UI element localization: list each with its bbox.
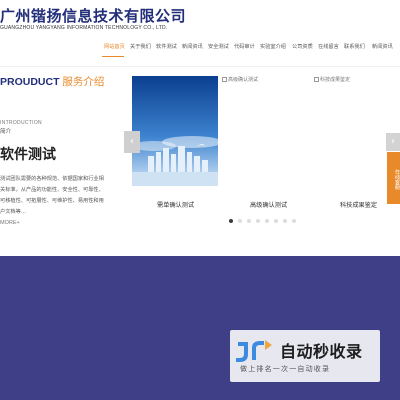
carousel-prev-button[interactable]: ‹ (124, 131, 140, 153)
company-name[interactable]: 广州锴扬信息技术有限公司 (0, 5, 186, 26)
card-image-alt-1: 高级确认测试 (228, 77, 259, 83)
carousel-dot-6[interactable] (274, 219, 278, 223)
watermark-subtitle: 做上排名一次一自动收录 (240, 366, 331, 373)
chevron-left-icon: ‹ (130, 136, 134, 147)
city-skyline-image (132, 76, 218, 186)
services-heading-en: PROUDUCT (0, 76, 60, 88)
service-description: 测试团队需要的各种规范、依据国家和行业相关标准，从产品的功能性、安全性、可靠性、… (0, 176, 104, 215)
nav-item-lab[interactable]: 实验室介绍 (260, 42, 286, 52)
chevron-right-icon: › (391, 136, 395, 147)
nav-item-software-testing[interactable]: 软件测试 (156, 42, 177, 52)
nav-item-qualifications[interactable]: 公司资质 (292, 42, 313, 52)
nav-item-contact[interactable]: 联系我们 (344, 42, 365, 52)
watermark-logo-icon (236, 340, 272, 362)
carousel-dot-4[interactable] (256, 219, 260, 223)
services-heading-cn: 服务介绍 (62, 76, 105, 88)
intro-label-cn: 简介 (0, 129, 12, 135)
site-header: 广州锴扬信息技术有限公司 GUANGZHOU YANGYANG INFORMAT… (0, 0, 400, 66)
nav-item-home[interactable]: 网站首页 (104, 42, 125, 52)
card-image-city-skyline[interactable] (132, 76, 218, 186)
nav-item-news[interactable]: 新闻资讯 (182, 42, 203, 52)
card-image-broken-2[interactable]: 科技成果鉴定 (314, 76, 350, 83)
card-label-3[interactable]: 科技成果鉴定 (340, 200, 377, 209)
carousel-dot-2[interactable] (238, 219, 242, 223)
nav-item-about[interactable]: 关于我们 (130, 42, 151, 52)
card-label-2[interactable]: 高级确认测试 (250, 200, 287, 209)
carousel-dot-7[interactable] (283, 219, 287, 223)
carousel-dot-5[interactable] (265, 219, 269, 223)
card-image-broken-1[interactable]: 高级确认测试 (222, 76, 258, 83)
card-label-1[interactable]: 需单确认测试 (157, 200, 194, 209)
carousel-dot-1[interactable] (229, 219, 233, 223)
main-nav: 网站首页 关于我们 软件测试 新闻资讯 安全测试 代码审计 实验室介绍 公司资质… (100, 42, 400, 58)
service-title: 软件测试 (0, 146, 56, 162)
nav-active-underline (102, 56, 124, 57)
online-service-tab[interactable]: 在线客服 (387, 152, 400, 204)
carousel-next-button[interactable]: › (386, 133, 400, 151)
more-link[interactable]: MORE+ (0, 220, 20, 226)
broken-image-icon (314, 77, 319, 82)
carousel-dot-3[interactable] (247, 219, 251, 223)
card-image-alt-2: 科技成果鉴定 (320, 77, 351, 83)
nav-item-code-audit[interactable]: 代码审计 (234, 42, 255, 52)
nav-item-security-testing[interactable]: 安全测试 (208, 42, 229, 52)
services-heading: PROUDUCT 服务介绍 (0, 74, 104, 89)
company-english-name: GUANGZHOU YANGYANG INFORMATION TECHNOLOG… (0, 25, 168, 31)
nav-item-message[interactable]: 在线留言 (318, 42, 339, 52)
watermark-title: 自动秒收录 (280, 342, 363, 361)
broken-image-icon (222, 77, 227, 82)
nav-item-news-2[interactable]: 新闻资讯 (372, 42, 393, 52)
watermark-overlay: 自动秒收录 做上排名一次一自动收录 (230, 330, 380, 382)
header-divider (0, 66, 400, 67)
carousel-dot-8[interactable] (292, 219, 296, 223)
intro-label-en: INTRODUCTION (0, 120, 42, 126)
